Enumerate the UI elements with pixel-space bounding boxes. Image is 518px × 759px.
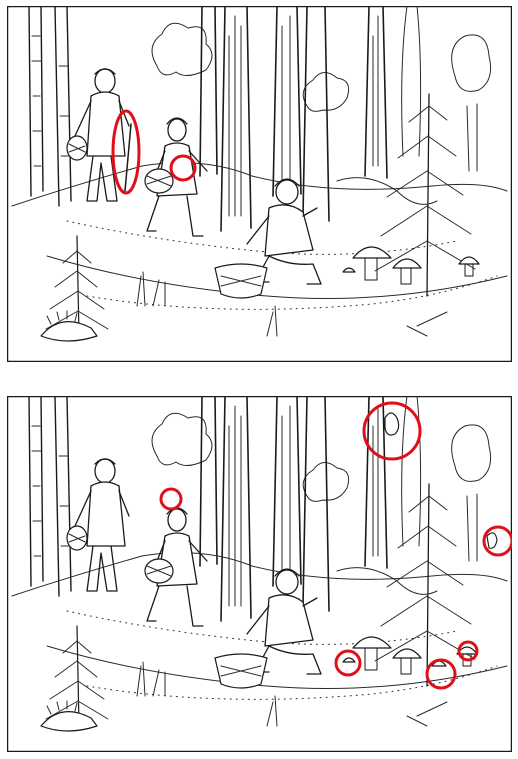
bottom-picture-panel[interactable] (7, 396, 512, 752)
mushrooms (343, 637, 477, 674)
panel-frame (8, 7, 512, 362)
forest-scene-bottom (7, 396, 512, 752)
difference-marker-girl-hair[interactable] (161, 489, 181, 509)
squirrel-on-tree (385, 413, 399, 435)
spruce-left (46, 236, 108, 336)
girl-figure (145, 508, 207, 626)
walking-stick (125, 124, 131, 191)
mushrooms (343, 247, 479, 284)
boy-figure (215, 569, 321, 688)
difference-marker-small-mushroom[interactable] (336, 651, 360, 675)
spruce-left (46, 626, 108, 726)
boy-figure (215, 179, 321, 298)
grandfather-figure (67, 69, 131, 201)
panel-frame (8, 397, 512, 752)
top-picture-panel[interactable] (7, 6, 512, 362)
grandfather-figure (67, 459, 129, 591)
bird-on-right-tree (487, 533, 497, 549)
forest-scene-top (7, 6, 512, 362)
